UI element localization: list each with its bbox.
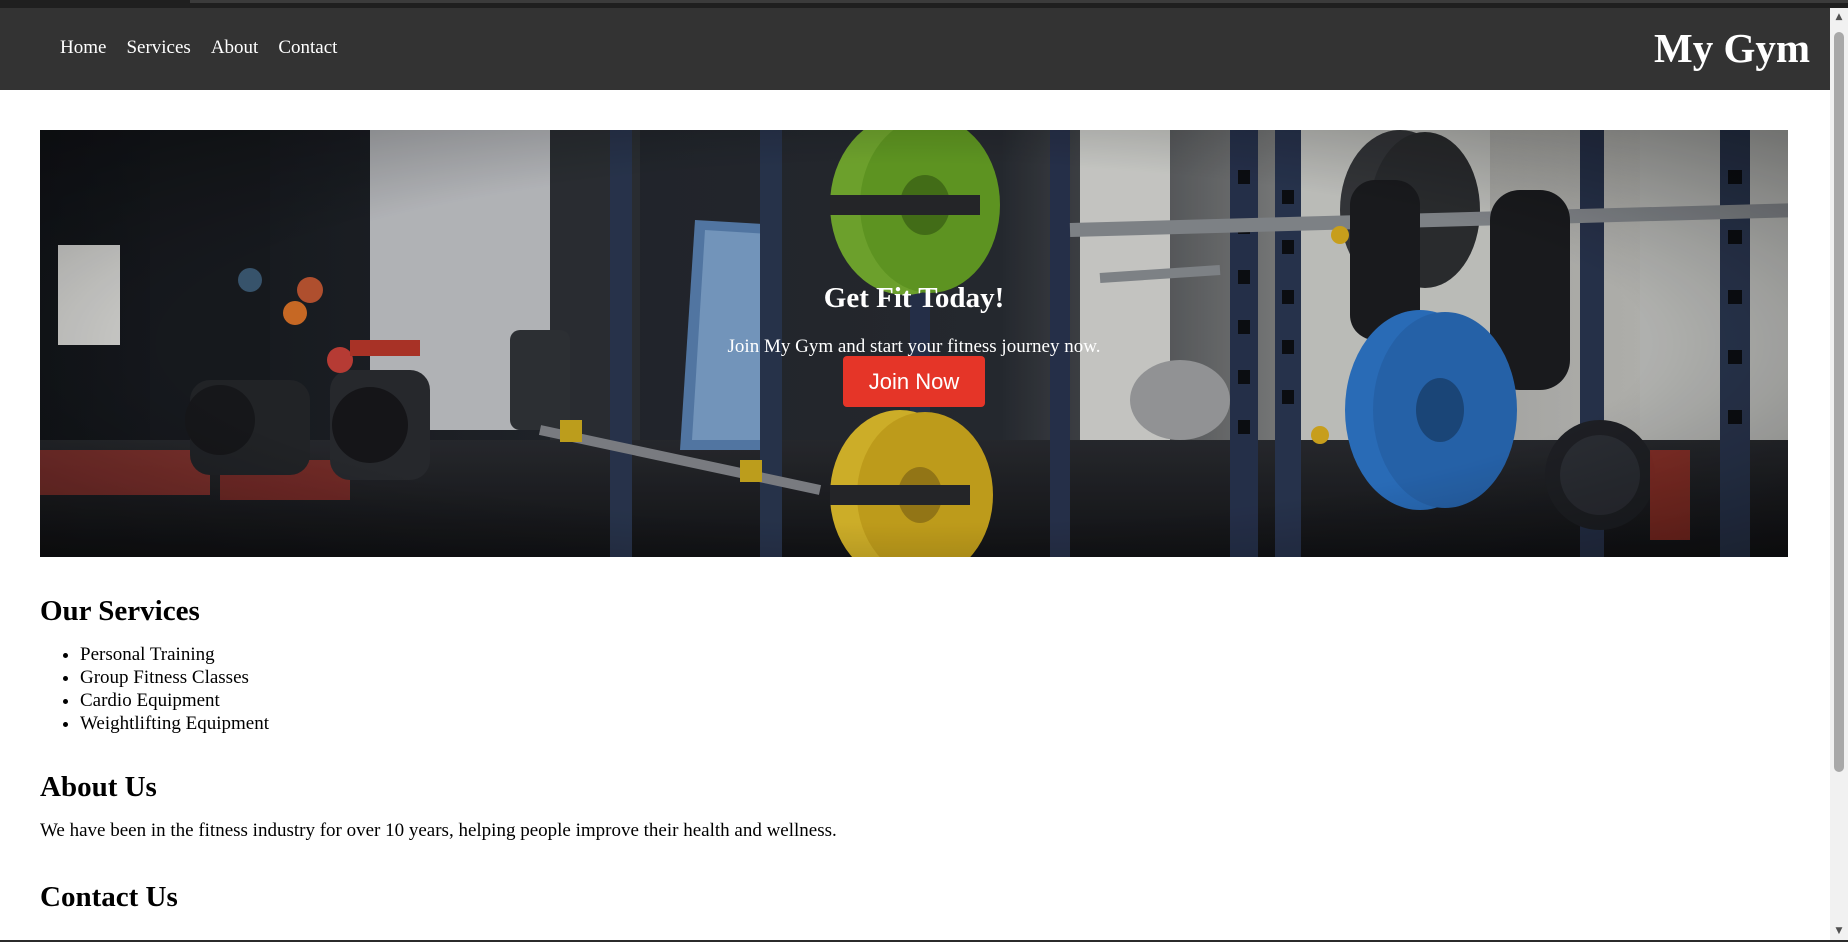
about-heading: About Us bbox=[40, 771, 157, 803]
join-now-button[interactable]: Join Now bbox=[843, 356, 985, 407]
list-item: Cardio Equipment bbox=[80, 689, 1788, 712]
scrollbar-thumb[interactable] bbox=[1834, 32, 1844, 772]
main-content: Our Services Personal Training Group Fit… bbox=[40, 593, 1788, 915]
site-header: Home Services About Contact My Gym bbox=[0, 8, 1830, 90]
browser-tab-strip bbox=[190, 0, 1848, 3]
list-item: Group Fitness Classes bbox=[80, 666, 1788, 689]
services-heading: Our Services bbox=[40, 595, 200, 627]
browser-top-bar bbox=[0, 0, 1848, 8]
scroll-down-arrow-icon[interactable]: ▼ bbox=[1830, 922, 1848, 940]
scroll-up-arrow-icon[interactable]: ▲ bbox=[1830, 8, 1848, 26]
list-item: Weightlifting Equipment bbox=[80, 712, 1788, 735]
nav-link-home[interactable]: Home bbox=[60, 36, 106, 60]
nav-link-services[interactable]: Services bbox=[126, 36, 190, 60]
site-logo[interactable]: My Gym bbox=[1654, 20, 1810, 76]
main-nav: Home Services About Contact bbox=[60, 36, 337, 60]
vertical-scrollbar[interactable]: ▲ ▼ bbox=[1830, 8, 1848, 940]
nav-link-contact[interactable]: Contact bbox=[278, 36, 337, 60]
page-viewport: Home Services About Contact My Gym Get F… bbox=[0, 8, 1830, 940]
hero-title: Get Fit Today! bbox=[823, 282, 1005, 314]
about-text: We have been in the fitness industry for… bbox=[40, 820, 837, 841]
services-list: Personal Training Group Fitness Classes … bbox=[40, 643, 1788, 735]
list-item: Personal Training bbox=[80, 643, 1788, 666]
hero-banner: Get Fit Today! Join My Gym and start you… bbox=[40, 130, 1788, 557]
nav-link-about[interactable]: About bbox=[211, 36, 259, 60]
contact-heading: Contact Us bbox=[40, 881, 178, 913]
